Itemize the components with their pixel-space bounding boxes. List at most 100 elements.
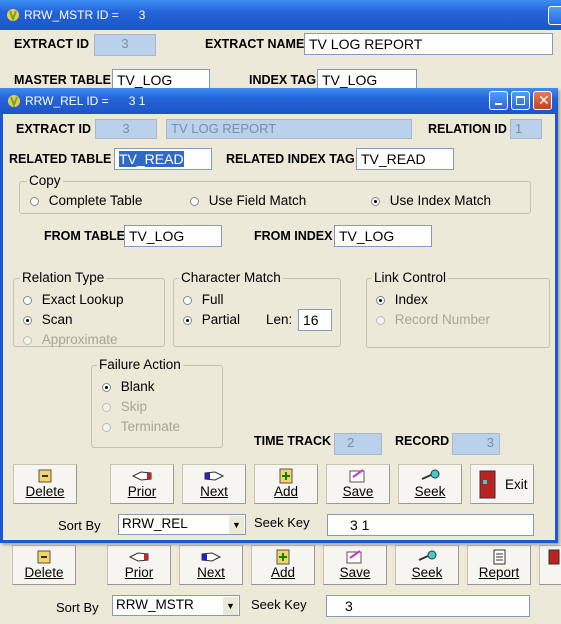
related-index-tag-label: RELATED INDEX TAG [226, 152, 355, 166]
link-index-option[interactable]: Index [376, 292, 428, 307]
radio-icon[interactable] [183, 295, 192, 305]
failure-skip-option: Skip [102, 399, 147, 414]
radio-disabled-icon [102, 402, 111, 412]
extract-id-field: 3 [95, 119, 157, 139]
relation-id-field: 1 [510, 119, 542, 139]
seek-button[interactable]: Seek [398, 464, 462, 504]
copy-group: Copy Complete Table Use Field Match Use … [19, 173, 531, 214]
len-field[interactable]: 16 [298, 309, 332, 331]
related-table-field[interactable]: TV_READ [114, 148, 212, 170]
chevron-down-icon[interactable]: ▼ [223, 597, 238, 615]
key-icon [421, 469, 440, 480]
back-add-button[interactable]: Add [251, 545, 315, 585]
from-index-label: FROM INDEX [254, 229, 333, 243]
link-control-group: Link Control Index Record Number [366, 270, 550, 348]
copy-option-complete-table[interactable]: Complete Table [30, 193, 142, 208]
chevron-down-icon[interactable]: ▼ [229, 516, 244, 534]
back-minimize-button[interactable] [548, 6, 561, 25]
back-sort-by-select[interactable]: RRW_MSTR ▼ [112, 595, 240, 616]
relation-id-label: RELATION ID [428, 122, 507, 136]
related-table-label: RELATED TABLE [9, 152, 112, 166]
back-report-button[interactable]: Report [467, 545, 531, 585]
failure-blank-option[interactable]: Blank [102, 379, 155, 394]
relation-scan-option[interactable]: Scan [23, 312, 73, 327]
next-button[interactable]: Next [182, 464, 246, 504]
back-next-button[interactable]: Next [179, 545, 243, 585]
character-match-group: Character Match Full Partial Len: 16 [173, 270, 341, 347]
time-track-label: TIME TRACK [254, 434, 332, 448]
relation-exact-lookup-option[interactable]: Exact Lookup [23, 292, 124, 307]
back-seek-key-input[interactable]: 3 [326, 595, 530, 617]
radio-selected-icon[interactable] [23, 315, 32, 325]
back-prior-button[interactable]: Prior [107, 545, 171, 585]
front-minimize-button[interactable] [489, 91, 508, 110]
back-sort-by-label: Sort By [56, 600, 99, 615]
back-master-table-label: MASTER TABLE [14, 73, 111, 87]
radio-selected-icon[interactable] [102, 382, 111, 392]
back-seek-button[interactable]: Seek [395, 545, 459, 585]
seek-key-label: Seek Key [254, 515, 310, 530]
sort-by-select[interactable]: RRW_REL ▼ [118, 514, 246, 535]
record-label: RECORD [395, 434, 450, 448]
back-seek-key-label: Seek Key [251, 597, 307, 612]
key-icon [418, 550, 437, 561]
back-exit-button[interactable] [539, 545, 561, 585]
seek-key-input[interactable]: 3 1 [327, 514, 534, 536]
match-full-option[interactable]: Full [183, 292, 224, 307]
radio-icon[interactable] [23, 295, 32, 305]
relation-approximate-option: Approximate [23, 332, 118, 347]
app-icon [7, 94, 21, 108]
from-table-field[interactable]: TV_LOG [124, 225, 222, 247]
door-icon [548, 549, 560, 565]
link-record-number-option: Record Number [376, 312, 490, 327]
failure-action-group: Failure Action Blank Skip Terminate [91, 357, 223, 448]
hand-left-icon [131, 471, 152, 481]
delete-icon [37, 550, 51, 564]
back-save-button[interactable]: Save [323, 545, 387, 585]
back-window-titlebar[interactable]: RRW_MSTR ID = 3 [0, 0, 561, 30]
back-delete-button[interactable]: Delete [12, 545, 76, 585]
front-window-title: RRW_REL ID = 3 1 [25, 94, 146, 108]
add-button[interactable]: Add [254, 464, 318, 504]
failure-terminate-option: Terminate [102, 419, 180, 434]
door-icon [479, 470, 496, 499]
add-icon [279, 468, 293, 484]
relation-type-legend: Relation Type [20, 270, 107, 285]
front-window: RRW_REL ID = 3 1 ✕ EXTRACT ID 3 TV LOG R… [0, 88, 558, 543]
front-close-button[interactable]: ✕ [533, 91, 552, 110]
hand-left-icon [128, 552, 149, 562]
hand-right-icon [204, 471, 225, 481]
delete-button[interactable]: Delete [13, 464, 77, 504]
radio-icon[interactable] [30, 196, 39, 206]
close-icon: ✕ [538, 92, 550, 108]
failure-action-legend: Failure Action [97, 357, 183, 372]
copy-option-use-index-match[interactable]: Use Index Match [371, 193, 491, 208]
copy-legend: Copy [27, 173, 63, 188]
record-field: 3 [452, 433, 500, 455]
sort-by-label: Sort By [58, 518, 101, 533]
radio-selected-icon[interactable] [183, 315, 192, 325]
exit-button[interactable]: Exit [470, 464, 534, 504]
back-extract-id-field: 3 [94, 34, 156, 56]
back-extract-name-label: EXTRACT NAME [205, 37, 305, 51]
radio-selected-icon[interactable] [376, 295, 385, 305]
copy-option-use-field-match[interactable]: Use Field Match [190, 193, 306, 208]
back-extract-name-field[interactable]: TV LOG REPORT [304, 33, 553, 55]
character-match-legend: Character Match [179, 270, 283, 285]
related-index-tag-field[interactable]: TV_READ [356, 148, 454, 170]
from-index-field[interactable]: TV_LOG [334, 225, 432, 247]
save-button[interactable]: Save [326, 464, 390, 504]
hand-right-icon [201, 552, 222, 562]
front-maximize-button[interactable] [511, 91, 530, 110]
radio-disabled-icon [23, 335, 32, 345]
radio-selected-icon[interactable] [371, 196, 380, 206]
time-track-field: 2 [334, 433, 382, 455]
relation-type-group: Relation Type Exact Lookup Scan Approxim… [13, 270, 165, 347]
match-partial-option[interactable]: Partial [183, 312, 240, 327]
radio-icon[interactable] [190, 196, 199, 206]
prior-button[interactable]: Prior [110, 464, 174, 504]
back-window-title: RRW_MSTR ID = 3 [24, 8, 146, 22]
front-window-titlebar[interactable]: RRW_REL ID = 3 1 ✕ [0, 88, 558, 114]
save-icon [349, 469, 365, 483]
from-table-label: FROM TABLE [44, 229, 126, 243]
